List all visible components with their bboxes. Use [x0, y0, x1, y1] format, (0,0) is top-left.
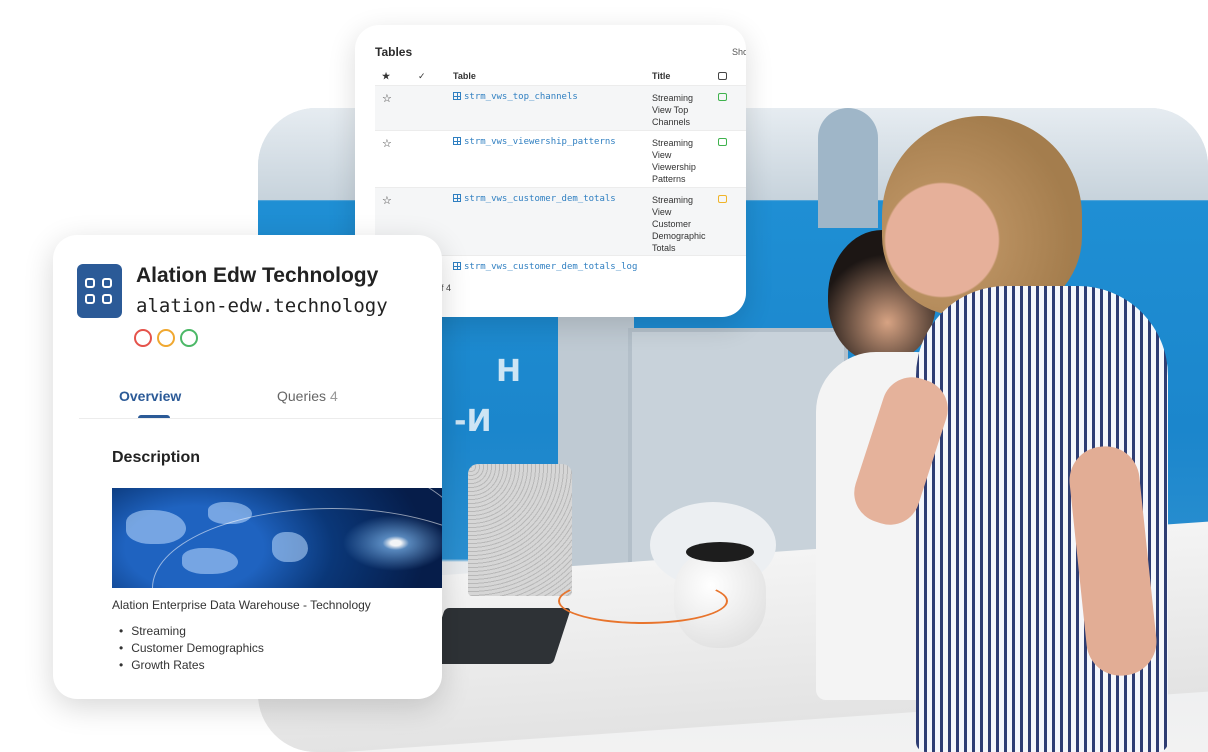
- icon-cell: [102, 294, 112, 304]
- tables-card-title: Tables: [375, 45, 413, 59]
- photo-robot-top: [686, 542, 754, 562]
- data-source-icon: [77, 264, 122, 318]
- table-grid-icon: [453, 92, 461, 100]
- photo-person-right: [846, 116, 1168, 752]
- description-text: Alation Enterprise Data Warehouse - Tech…: [112, 598, 371, 612]
- list-item: Streaming: [119, 623, 264, 640]
- dataset-title: Alation Edw Technology: [136, 264, 379, 287]
- photo-laptop: [426, 608, 572, 664]
- table-link[interactable]: strm_vws_viewership_patterns: [453, 137, 616, 147]
- description-image-globe: [112, 488, 442, 588]
- table-row[interactable]: ☆ strm_vws_top_channels Streaming View T…: [375, 85, 746, 130]
- tab-count: 4: [330, 388, 338, 404]
- description-bullets: Streaming Customer Demographics Growth R…: [119, 623, 264, 674]
- table-title: Streaming View Customer Demographic Tota…: [652, 195, 706, 253]
- table-column-header[interactable]: Table: [453, 71, 476, 81]
- dataset-card: Alation Edw Technology alation-edw.techn…: [53, 235, 442, 699]
- icon-cell: [85, 278, 95, 288]
- table-row[interactable]: ☆ strm_vws_viewership_patterns Streaming…: [375, 130, 746, 187]
- table-title: Streaming View Top Channels: [652, 93, 694, 127]
- list-item: Growth Rates: [119, 657, 264, 674]
- title-column-header[interactable]: Title: [652, 71, 670, 81]
- photo-speaker: [468, 464, 572, 596]
- icon-cell: [85, 294, 95, 304]
- bot-icon: [718, 72, 727, 80]
- table-link[interactable]: strm_vws_top_channels: [453, 92, 578, 102]
- table-grid-icon: [453, 137, 461, 145]
- star-icon[interactable]: ☆: [382, 92, 392, 105]
- star-icon[interactable]: ☆: [382, 137, 392, 150]
- wall-letter: Н: [496, 354, 522, 389]
- table-name: strm_vws_customer_dem_totals: [464, 194, 616, 204]
- photo-wire: [558, 578, 728, 624]
- pager-text: f 4: [441, 283, 452, 293]
- tab-queries[interactable]: Queries 4: [277, 388, 338, 404]
- table-title: Streaming View Viewership Patterns: [652, 138, 696, 184]
- dataset-qualified-name: alation-edw.technology: [136, 295, 388, 317]
- list-item: Customer Demographics: [119, 640, 264, 657]
- status-bot-icon: [718, 138, 727, 146]
- status-bot-icon: [718, 93, 727, 101]
- stage: Н -И Tables Sho ★ ✓ Table Title ☆ strm_v…: [0, 0, 1208, 752]
- tab-label: Queries: [277, 388, 327, 404]
- tab-label: Overview: [119, 388, 182, 404]
- star-column-header[interactable]: ★: [382, 71, 390, 82]
- status-bot-icon: [718, 195, 727, 203]
- table-name: strm_vws_customer_dem_totals_log: [464, 262, 638, 272]
- table-grid-icon: [453, 194, 461, 202]
- tab-overview[interactable]: Overview: [119, 388, 181, 404]
- icon-cell: [102, 278, 112, 288]
- quality-dot-green[interactable]: [180, 329, 198, 347]
- table-link[interactable]: strm_vws_customer_dem_totals: [453, 194, 616, 204]
- quality-dot-red[interactable]: [134, 329, 152, 347]
- check-column-header[interactable]: ✓: [418, 71, 426, 82]
- table-grid-icon: [453, 262, 461, 270]
- tab-divider: [79, 418, 442, 419]
- description-heading: Description: [112, 449, 201, 466]
- table-name: strm_vws_viewership_patterns: [464, 137, 616, 147]
- show-control[interactable]: Sho: [732, 47, 746, 57]
- wall-letter: -И: [454, 404, 492, 439]
- table-name: strm_vws_top_channels: [464, 92, 578, 102]
- star-icon[interactable]: ☆: [382, 194, 392, 207]
- quality-dot-amber[interactable]: [157, 329, 175, 347]
- table-link[interactable]: strm_vws_customer_dem_totals_log: [453, 262, 637, 272]
